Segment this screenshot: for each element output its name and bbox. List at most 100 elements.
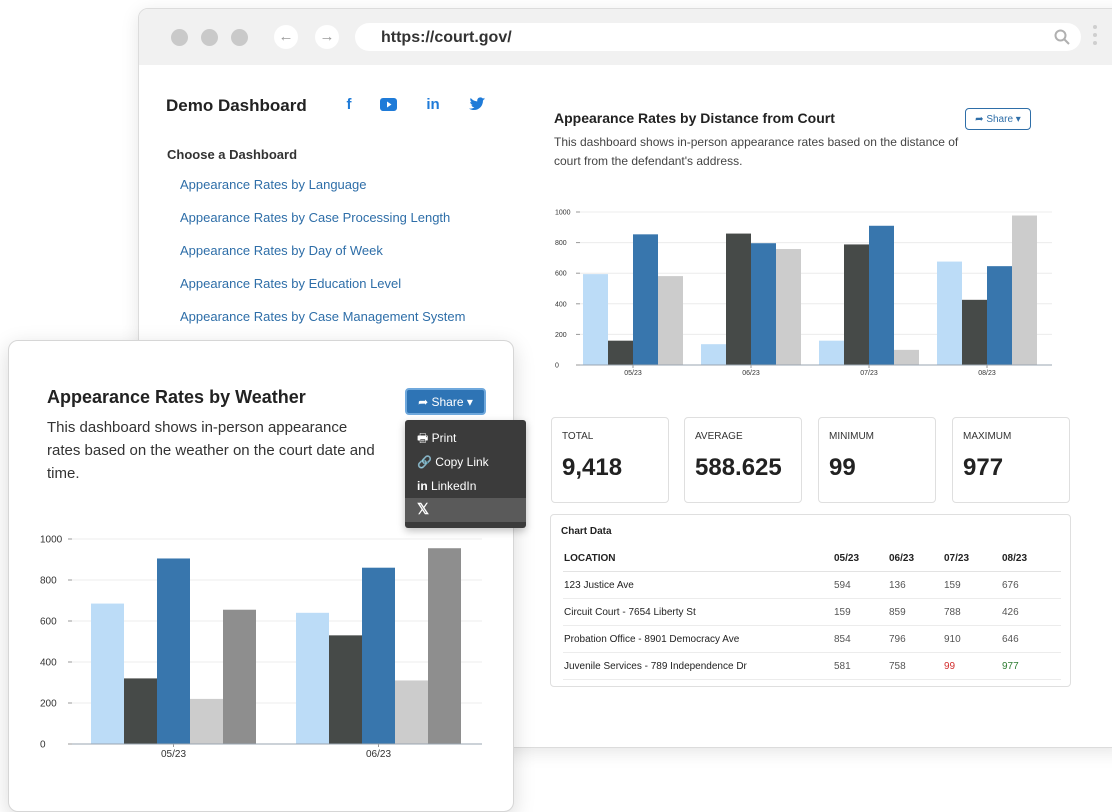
twitter-icon[interactable]	[469, 97, 486, 112]
stat-label: MINIMUM	[829, 431, 874, 442]
share-dropdown-menu: 🖶 Print 🔗 Copy Link in LinkedIn 𝕏	[405, 420, 526, 528]
share-icon: ➦	[418, 395, 429, 409]
y-tick-label: 400	[40, 658, 57, 669]
table-cell: 796	[888, 625, 943, 653]
forward-arrow-icon[interactable]: →	[315, 25, 339, 49]
column-header: 05/23	[833, 545, 888, 572]
nav-link-case-processing-length[interactable]: Appearance Rates by Case Processing Leng…	[180, 210, 465, 243]
table-cell: 426	[1001, 598, 1061, 626]
table-cell: 788	[943, 598, 1001, 626]
nav-link-language[interactable]: Appearance Rates by Language	[180, 177, 465, 210]
table-cell: Probation Office - 8901 Democracy Ave	[563, 625, 833, 653]
table-row: Circuit Court - 7654 Liberty St 159 859 …	[563, 598, 1061, 626]
distance-chart-description: This dashboard shows in-person appearanc…	[554, 135, 959, 168]
stat-label: MAXIMUM	[963, 431, 1012, 442]
x-tick-label: 05/23	[624, 370, 642, 377]
nav-link-case-management-system[interactable]: Appearance Rates by Case Management Syst…	[180, 309, 465, 342]
column-header: 08/23	[1001, 545, 1061, 572]
menu-item-linkedin[interactable]: in LinkedIn	[417, 476, 476, 496]
weather-share-button[interactable]: ➦ Share ▾	[405, 388, 486, 415]
nav-link-day-of-week[interactable]: Appearance Rates by Day of Week	[180, 243, 465, 276]
bar	[726, 233, 751, 365]
table-cell: 159	[833, 598, 888, 626]
bar	[190, 698, 223, 744]
table-cell: Juvenile Services - 789 Independence Dr	[563, 652, 833, 680]
bar	[751, 243, 776, 365]
distance-bar-chart: 0 200 400 600 800 1000 05/23 06/23 07/23 08/23	[555, 209, 1052, 377]
link-icon: 🔗	[417, 455, 432, 469]
x-tick-label: 06/23	[366, 749, 391, 760]
menu-item-copy-link[interactable]: 🔗 Copy Link	[417, 452, 489, 472]
y-tick-label: 400	[555, 301, 567, 308]
browser-menu-icon[interactable]	[1093, 25, 1099, 49]
stat-card-maximum: MAXIMUM 977	[952, 417, 1070, 503]
choose-dashboard-heading: Choose a Dashboard	[167, 147, 298, 162]
chart-data-panel: Chart Data LOCATION 05/23 06/23 07/23 08…	[550, 514, 1071, 687]
back-arrow-icon[interactable]: ←	[274, 25, 298, 49]
bar	[869, 225, 894, 365]
y-tick-label: 800	[40, 576, 57, 587]
x-tick-label: 06/23	[742, 370, 760, 377]
table-row: Probation Office - 8901 Democracy Ave 85…	[563, 625, 1061, 653]
window-maximize-dot[interactable]	[231, 29, 248, 46]
stat-card-minimum: MINIMUM 99	[818, 417, 936, 503]
column-header: 07/23	[943, 545, 1001, 572]
table-cell-minimum: 99	[943, 652, 1001, 680]
y-tick-label: 200	[40, 699, 57, 710]
column-header: LOCATION	[563, 545, 833, 572]
table-cell: 159	[943, 571, 1001, 599]
table-cell: 646	[1001, 625, 1061, 653]
bar	[776, 249, 801, 365]
chart-data-title: Chart Data	[561, 526, 612, 537]
menu-item-print[interactable]: 🖶 Print	[417, 428, 456, 448]
search-icon[interactable]	[1053, 28, 1071, 46]
caret-down-icon: ▾	[1015, 114, 1021, 125]
table-cell: 581	[833, 652, 888, 680]
linkedin-icon: in	[417, 479, 428, 493]
weather-bar-chart: 0 200 400 600 800 1000 05/23 06/23	[40, 535, 482, 760]
bar	[987, 266, 1012, 365]
bar	[962, 299, 987, 365]
stat-value: 977	[963, 454, 1004, 481]
dashboard-title: Demo Dashboard	[166, 96, 307, 115]
table-header-row: LOCATION 05/23 06/23 07/23 08/23	[563, 545, 1061, 572]
stat-value: 99	[829, 454, 856, 481]
table-cell: 859	[888, 598, 943, 626]
share-label: Share	[431, 395, 464, 409]
y-tick-label: 600	[555, 271, 567, 278]
y-tick-label: 0	[40, 740, 46, 751]
address-bar[interactable]: https://court.gov/	[355, 23, 1081, 51]
window-close-dot[interactable]	[171, 29, 188, 46]
x-tick-label: 07/23	[860, 370, 878, 377]
menu-item-label: Print	[431, 431, 457, 445]
bar	[223, 609, 256, 744]
bar	[91, 603, 124, 744]
bar	[428, 548, 461, 744]
x-tick-label: 05/23	[161, 749, 186, 760]
y-tick-label: 600	[40, 617, 57, 628]
column-header: 06/23	[888, 545, 943, 572]
browser-toolbar: ← → https://court.gov/	[139, 9, 1112, 65]
distance-chart-title: Appearance Rates by Distance from Court	[554, 110, 835, 126]
bar	[395, 680, 428, 744]
table-cell: 123 Justice Ave	[563, 571, 833, 599]
share-button[interactable]: ➦ Share ▾	[965, 108, 1031, 130]
stat-value: 588.625	[695, 454, 782, 481]
x-tick-label: 08/23	[978, 370, 996, 377]
bar	[157, 558, 190, 744]
menu-item-label: LinkedIn	[431, 479, 477, 493]
printer-icon: 🖶	[417, 431, 429, 445]
bar	[844, 244, 869, 365]
youtube-icon[interactable]	[380, 98, 397, 111]
menu-item-x[interactable]: 𝕏	[417, 500, 429, 520]
linkedin-icon[interactable]: in	[425, 96, 441, 114]
window-minimize-dot[interactable]	[201, 29, 218, 46]
y-tick-label: 800	[555, 240, 567, 247]
table-cell: 910	[943, 625, 1001, 653]
nav-link-education-level[interactable]: Appearance Rates by Education Level	[180, 276, 465, 309]
weather-chart-title: Appearance Rates by Weather	[47, 387, 306, 407]
chart-data-table: LOCATION 05/23 06/23 07/23 08/23 123 Jus…	[563, 545, 1061, 680]
bar	[296, 612, 329, 744]
facebook-icon[interactable]: f	[344, 96, 354, 114]
weather-chart-description: This dashboard shows in-person appearanc…	[47, 419, 375, 482]
